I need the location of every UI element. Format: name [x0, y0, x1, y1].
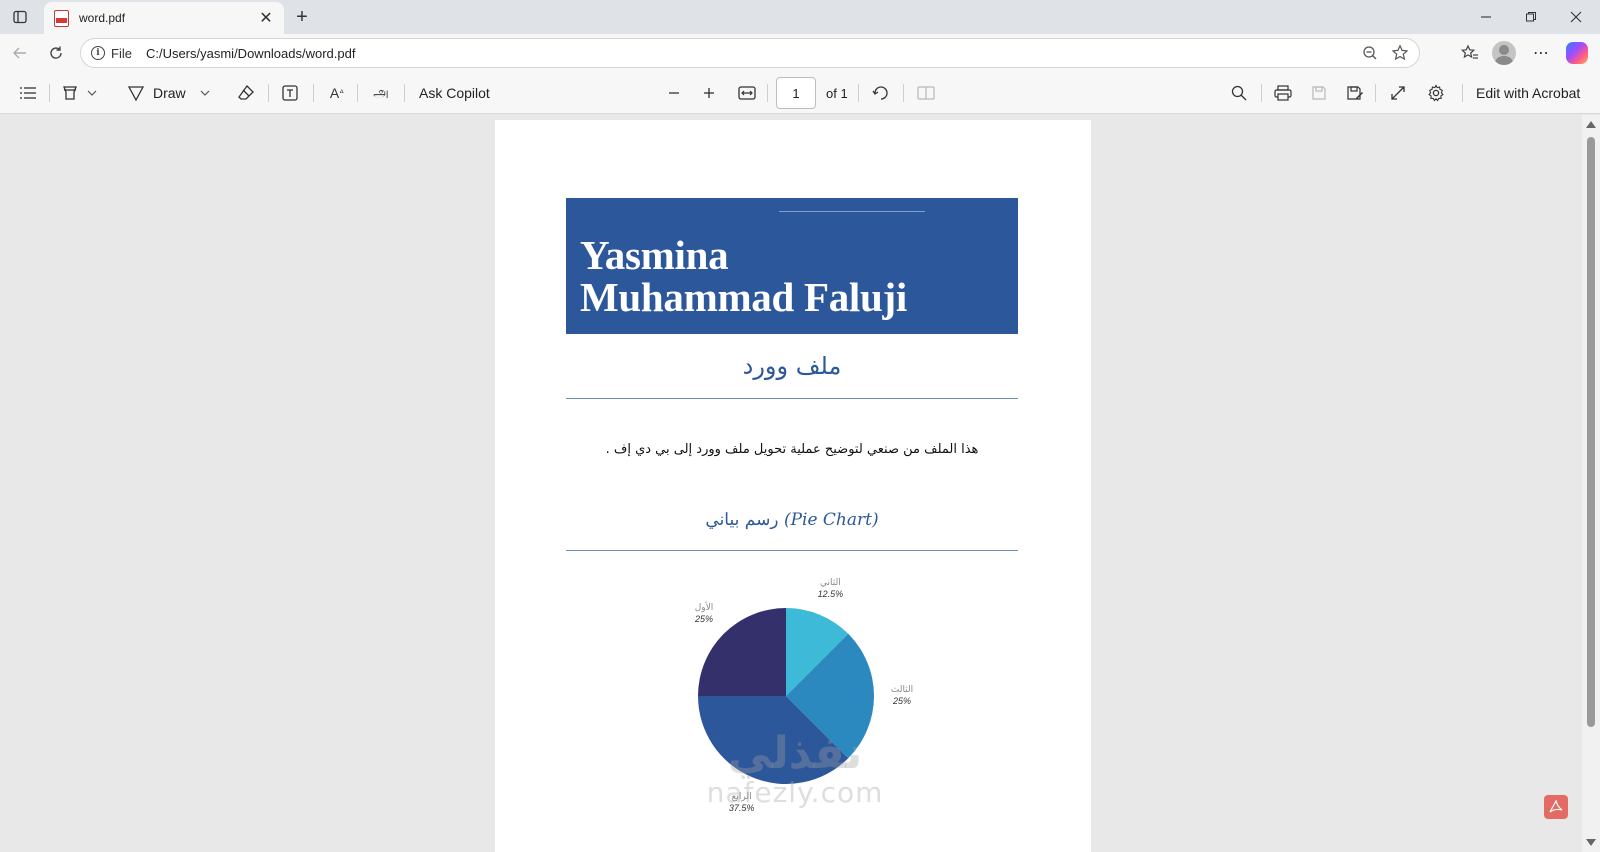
pdf-file-icon — [54, 9, 69, 27]
draw-button[interactable]: Draw — [153, 81, 186, 105]
site-info-icon[interactable]: i — [91, 46, 105, 60]
toolbar-separator — [767, 84, 768, 102]
read-aloud-icon[interactable]: Aᐞ — [324, 81, 350, 105]
tab-actions-icon[interactable] — [8, 6, 32, 28]
search-icon[interactable] — [1227, 81, 1251, 105]
document-heading: ملف وورد — [742, 352, 842, 380]
pie-value-label-1: 25% — [694, 614, 713, 624]
toolbar-separator — [49, 84, 50, 102]
page-total-label: of 1 — [826, 85, 848, 101]
pie-label-1: الأول — [695, 601, 714, 613]
highlight-options-chevron-icon[interactable] — [84, 81, 100, 105]
rotate-icon[interactable] — [869, 81, 893, 105]
banner-name-line2: Muhammad Faluji — [580, 274, 907, 320]
fit-width-icon[interactable] — [734, 81, 760, 105]
chart-heading-divider — [566, 550, 1018, 551]
document-paragraph: هذا الملف من صنعي لتوضيح عملية تحويل ملف… — [605, 442, 979, 457]
restore-icon[interactable] — [1519, 6, 1543, 28]
settings-gear-icon[interactable] — [1424, 81, 1448, 105]
banner-decorative-line — [779, 211, 925, 212]
page-number-input[interactable]: 1 — [776, 77, 816, 109]
toolbar-separator — [1261, 84, 1262, 102]
text-box-icon[interactable] — [278, 81, 302, 105]
zoom-out-icon[interactable] — [1359, 42, 1381, 64]
pdf-viewer-area[interactable]: Yasmina Muhammad Faluji ملف وورد هذا الم… — [0, 115, 1582, 852]
zoom-in-icon[interactable] — [697, 81, 721, 105]
ask-copilot-button[interactable]: Ask Copilot — [419, 81, 490, 105]
chart-heading-english: (Pie Chart) — [783, 510, 879, 530]
browser-tab[interactable]: word.pdf ✕ — [44, 2, 284, 34]
favorite-star-icon[interactable] — [1389, 42, 1411, 64]
edit-with-acrobat-button[interactable]: Edit with Acrobat — [1476, 81, 1580, 105]
zoom-out-icon[interactable] — [662, 81, 686, 105]
close-tab-icon[interactable]: ✕ — [256, 8, 276, 28]
two-page-view-icon[interactable] — [914, 81, 938, 105]
translate-icon[interactable]: அ — [368, 81, 394, 105]
banner-name-line1: Yasmina — [580, 232, 729, 278]
pie-chart: الثاني12.5%الثالث25%الرابع37.5%الأول25% — [694, 578, 913, 813]
tab-strip: word.pdf ✕ + — [0, 0, 1600, 34]
pie-value-label-2: 12.5% — [818, 589, 844, 599]
scroll-up-arrow-icon[interactable] — [1586, 121, 1596, 128]
highlight-icon[interactable] — [58, 81, 82, 105]
save-as-icon[interactable] — [1343, 81, 1367, 105]
eraser-icon[interactable] — [234, 81, 258, 105]
pie-label-2: الثاني — [820, 578, 841, 588]
acrobat-icon[interactable] — [1544, 795, 1568, 819]
close-window-icon[interactable] — [1564, 6, 1588, 28]
scheme-label: File — [111, 45, 132, 61]
watermark-latin: nafezly.com — [706, 776, 884, 809]
chart-heading: رسم بياني (Pie Chart) — [566, 510, 1018, 530]
scroll-thumb[interactable] — [1587, 137, 1595, 727]
vertical-scrollbar[interactable] — [1582, 115, 1600, 852]
back-icon[interactable] — [8, 42, 32, 64]
watermark: نفذلي nafezly.com — [695, 730, 895, 808]
pie-value-label-3: 25% — [892, 696, 911, 706]
watermark-arabic: نفذلي — [727, 728, 863, 779]
minimize-icon[interactable] — [1474, 6, 1498, 28]
toolbar-separator — [1375, 84, 1376, 102]
toolbar-separator — [903, 84, 904, 102]
draw-icon[interactable] — [125, 81, 147, 105]
more-options-icon[interactable]: ⋯ — [1529, 42, 1553, 64]
draw-options-chevron-icon[interactable] — [197, 81, 213, 105]
pdf-toolbar: Draw Aᐞ அ Ask Copilot 1 of 1 Edit with A… — [0, 72, 1600, 114]
profile-avatar[interactable] — [1492, 41, 1516, 65]
favorites-icon[interactable] — [1458, 42, 1482, 64]
tab-title: word.pdf — [79, 11, 126, 25]
address-bar: i File C:/Users/yasmi/Downloads/word.pdf… — [0, 34, 1600, 72]
pdf-page: Yasmina Muhammad Faluji ملف وورد هذا الم… — [495, 120, 1091, 852]
save-icon[interactable] — [1307, 81, 1331, 105]
heading-divider — [566, 398, 1018, 399]
url-text[interactable]: C:/Users/yasmi/Downloads/word.pdf — [146, 46, 1359, 61]
banner-name: Yasmina Muhammad Faluji — [580, 234, 907, 318]
name-banner: Yasmina Muhammad Faluji — [566, 198, 1018, 334]
pie-label-3: الثالث — [891, 685, 913, 695]
url-field[interactable]: i File C:/Users/yasmi/Downloads/word.pdf — [80, 38, 1420, 68]
new-tab-icon[interactable]: + — [290, 6, 314, 28]
scroll-down-arrow-icon[interactable] — [1586, 839, 1596, 846]
contents-list-icon[interactable] — [16, 81, 40, 105]
chart-heading-arabic: رسم بياني — [705, 510, 779, 530]
copilot-icon[interactable] — [1566, 42, 1588, 64]
refresh-icon[interactable] — [44, 42, 68, 64]
toolbar-separator — [313, 84, 314, 102]
toolbar-separator — [1462, 84, 1463, 102]
toolbar-separator — [357, 84, 358, 102]
fullscreen-icon[interactable] — [1386, 81, 1410, 105]
toolbar-separator — [268, 84, 269, 102]
toolbar-separator — [404, 84, 405, 102]
print-icon[interactable] — [1271, 81, 1295, 105]
toolbar-separator — [858, 84, 859, 102]
